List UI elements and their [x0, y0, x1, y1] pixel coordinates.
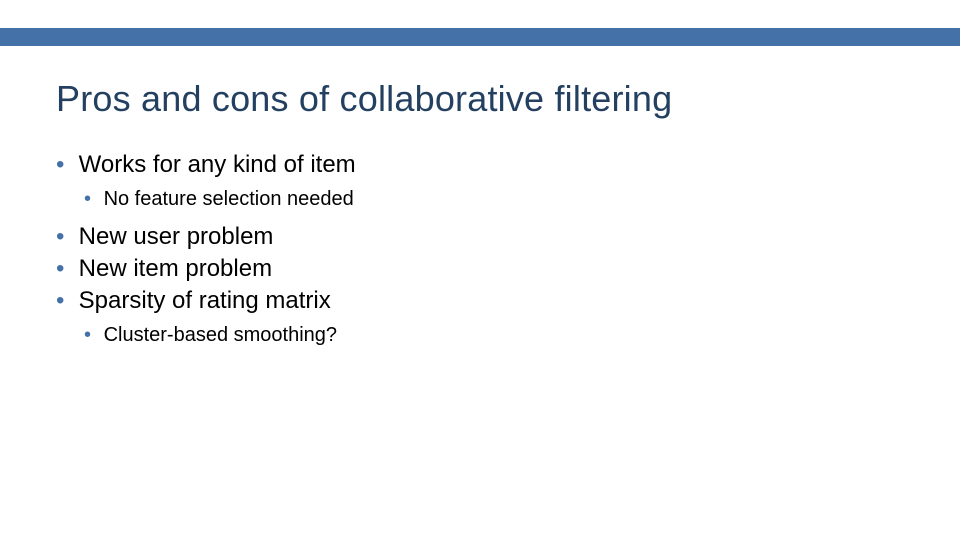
bullet-icon: •: [56, 286, 72, 316]
bullet-works-any-item: • Works for any kind of item: [56, 150, 904, 180]
slide-title: Pros and cons of collaborative filtering: [56, 78, 672, 120]
bullet-text: Works for any kind of item: [79, 151, 356, 178]
bullet-icon: •: [56, 150, 72, 180]
bullet-new-user-problem: • New user problem: [56, 222, 904, 252]
bullet-text: New user problem: [79, 223, 274, 250]
bullet-text: New item problem: [79, 255, 272, 282]
bullet-text: Cluster-based smoothing?: [104, 324, 337, 346]
bullet-icon: •: [56, 222, 72, 252]
header-bar: [0, 28, 960, 46]
bullet-icon: •: [56, 254, 72, 284]
slide: Pros and cons of collaborative filtering…: [0, 0, 960, 540]
bullet-icon: •: [84, 322, 98, 348]
slide-content: • Works for any kind of item • No featur…: [56, 148, 904, 348]
bullet-sparsity: • Sparsity of rating matrix: [56, 286, 904, 316]
subbullet-no-feature-selection: • No feature selection needed: [84, 186, 904, 212]
bullet-icon: •: [84, 186, 98, 212]
bullet-new-item-problem: • New item problem: [56, 254, 904, 284]
bullet-text: Sparsity of rating matrix: [79, 287, 331, 314]
subbullet-cluster-smoothing: • Cluster-based smoothing?: [84, 322, 904, 348]
bullet-text: No feature selection needed: [104, 188, 354, 210]
